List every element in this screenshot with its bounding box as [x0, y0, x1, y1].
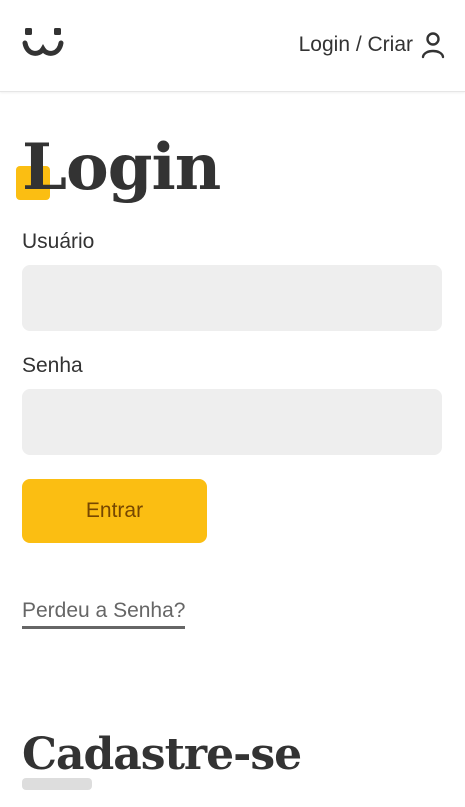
page-title-wrap: Login	[16, 128, 221, 208]
user-icon	[421, 32, 445, 59]
dogs-logo-icon[interactable]	[22, 26, 64, 60]
page-title: Login	[22, 130, 221, 205]
submit-button[interactable]: Entrar	[22, 479, 207, 543]
username-label: Usuário	[22, 230, 95, 253]
password-label: Senha	[22, 354, 83, 377]
lost-password-link[interactable]: Perdeu a Senha?	[22, 598, 186, 629]
login-create-label: Login / Criar	[298, 33, 413, 56]
signup-title-accent	[22, 778, 92, 790]
login-create-link[interactable]: Login / Criar	[299, 28, 445, 62]
signup-title: Cadastre-se	[22, 729, 302, 780]
site-header: Login / Criar	[0, 0, 465, 92]
username-input[interactable]	[22, 265, 442, 331]
password-input[interactable]	[22, 389, 442, 455]
